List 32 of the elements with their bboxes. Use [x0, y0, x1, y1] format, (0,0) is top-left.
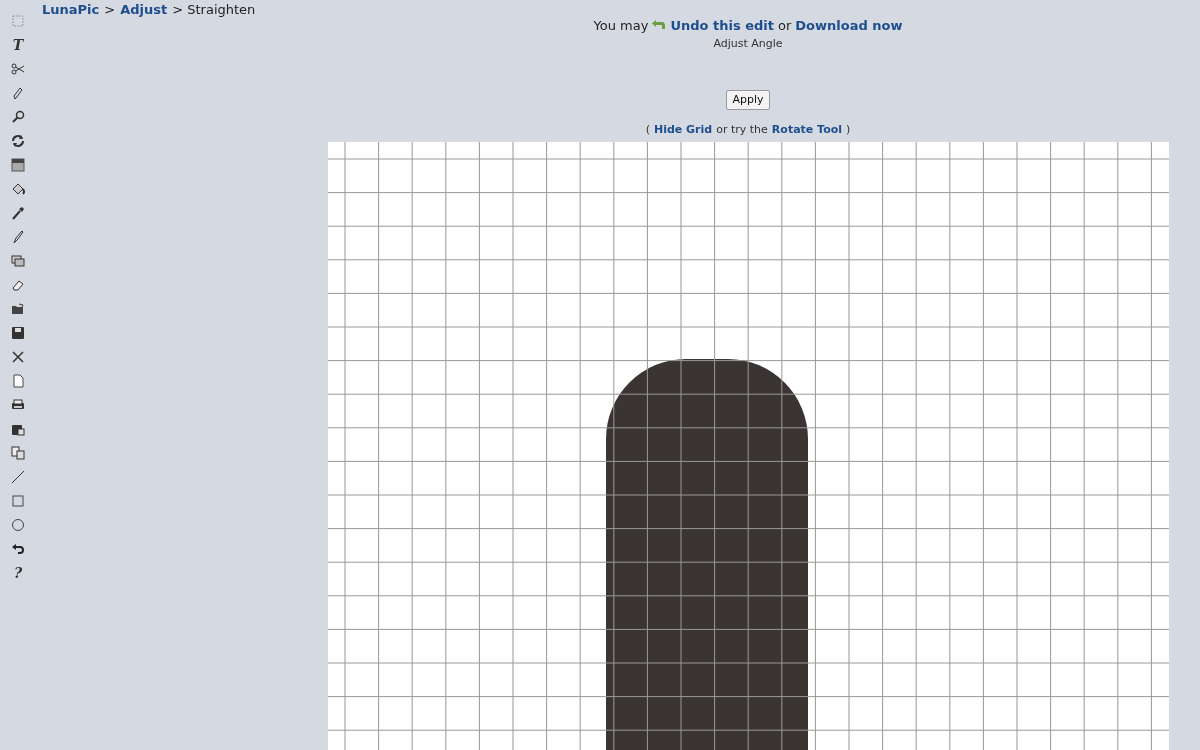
grid-links-text: or try the: [716, 121, 768, 138]
undo-icon[interactable]: [10, 541, 26, 557]
download-link[interactable]: Download now: [795, 15, 903, 35]
breadcrumb-link[interactable]: LunaPic: [42, 0, 100, 20]
paint-bucket-icon[interactable]: [10, 181, 26, 197]
gradient-icon[interactable]: [10, 157, 26, 173]
apply-button[interactable]: Apply: [726, 89, 770, 110]
document-icon[interactable]: [10, 373, 26, 389]
search-icon[interactable]: [10, 109, 26, 125]
notice-text: or: [777, 16, 792, 35]
folder-icon[interactable]: [10, 301, 26, 317]
close-icon[interactable]: [10, 349, 26, 365]
toolbar-glyph-icon[interactable]: ?: [13, 566, 23, 580]
paren-text: (: [645, 121, 650, 138]
brush-icon[interactable]: [10, 229, 26, 245]
circle-icon[interactable]: [10, 517, 26, 533]
paren-text: ): [846, 121, 851, 138]
copy-icon[interactable]: [10, 445, 26, 461]
layers-icon[interactable]: [10, 253, 26, 269]
refresh-icon[interactable]: [10, 133, 26, 149]
breadcrumb-text: > Straighten: [172, 1, 256, 19]
notice-text: You may: [593, 16, 649, 35]
hide-grid-link[interactable]: Hide Grid: [653, 121, 713, 139]
eyedropper-icon[interactable]: [10, 205, 26, 221]
undo-link[interactable]: Undo this edit: [670, 15, 774, 35]
line-icon[interactable]: [10, 469, 26, 485]
rotate-tool-link[interactable]: Rotate Tool: [771, 121, 843, 139]
breadcrumb-text: >: [104, 1, 116, 19]
toolbar-glyph-icon[interactable]: T: [12, 38, 24, 52]
breadcrumb-link[interactable]: Adjust: [120, 0, 168, 20]
scissors-icon[interactable]: [10, 61, 26, 77]
section-subtitle: Adjust Angle: [713, 36, 783, 52]
